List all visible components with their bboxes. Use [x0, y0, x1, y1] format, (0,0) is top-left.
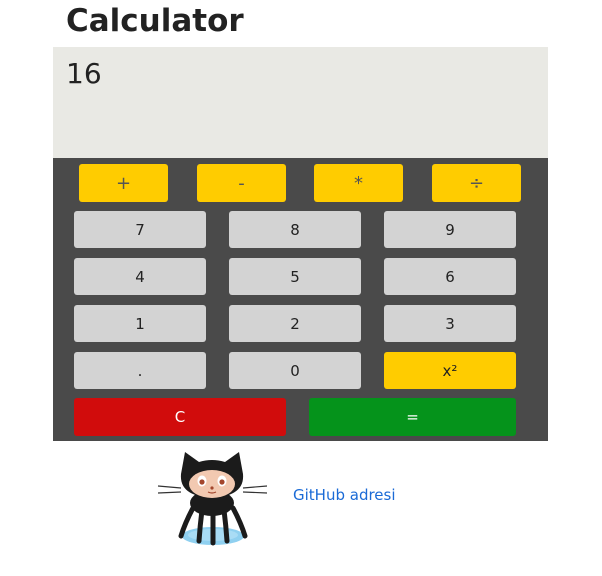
subtract-button[interactable]: -	[197, 164, 286, 202]
decimal-point-button[interactable]: .	[74, 352, 206, 389]
keypad: + - * ÷ 7 8 9 4 5 6 1 2 3 . 0 x² C =	[53, 158, 548, 441]
digit-3-button[interactable]: 3	[384, 305, 516, 342]
github-link[interactable]: GitHub adresi	[293, 485, 396, 505]
octocat-icon	[157, 452, 268, 546]
digit-0-button[interactable]: 0	[229, 352, 361, 389]
display-value: 16	[66, 57, 102, 90]
clear-button[interactable]: C	[74, 398, 286, 436]
digit-4-button[interactable]: 4	[74, 258, 206, 295]
square-button[interactable]: x²	[384, 352, 516, 389]
divide-button[interactable]: ÷	[432, 164, 521, 202]
calculator-display: 16	[53, 47, 548, 158]
digit-8-button[interactable]: 8	[229, 211, 361, 248]
add-button[interactable]: +	[79, 164, 168, 202]
multiply-button[interactable]: *	[314, 164, 403, 202]
digit-1-button[interactable]: 1	[74, 305, 206, 342]
digit-7-button[interactable]: 7	[74, 211, 206, 248]
digit-2-button[interactable]: 2	[229, 305, 361, 342]
digit-9-button[interactable]: 9	[384, 211, 516, 248]
digit-6-button[interactable]: 6	[384, 258, 516, 295]
equals-button[interactable]: =	[309, 398, 516, 436]
digit-5-button[interactable]: 5	[229, 258, 361, 295]
page-title: Calculator	[66, 3, 244, 39]
